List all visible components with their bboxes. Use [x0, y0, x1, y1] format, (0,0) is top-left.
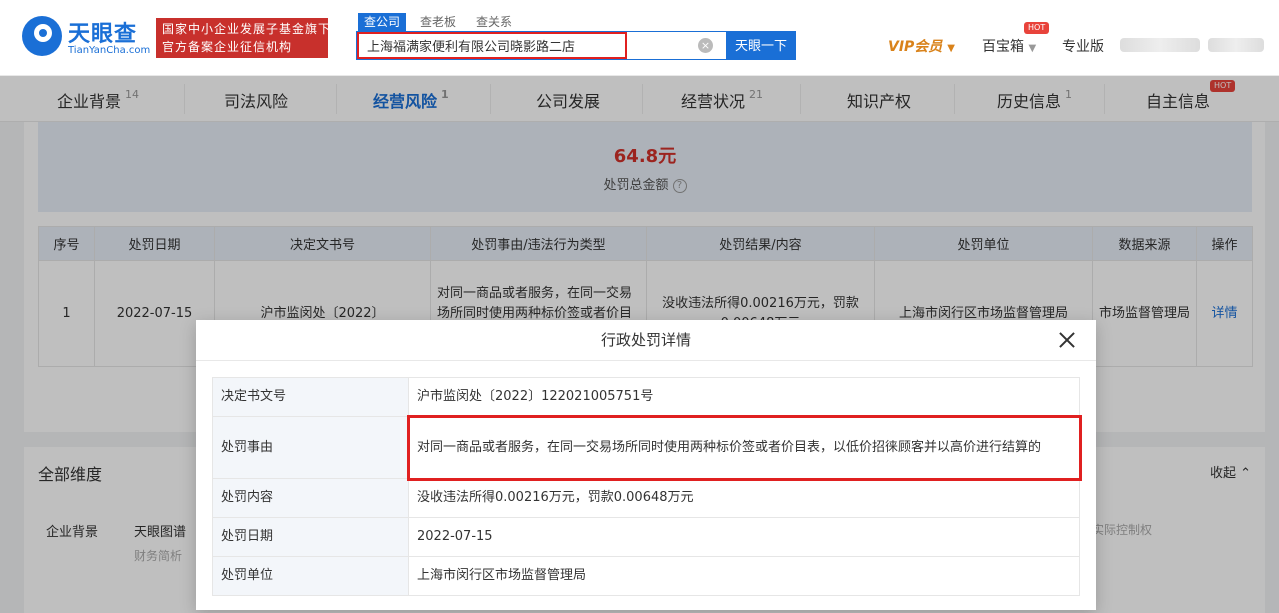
slogan-line-1: 国家中小企业发展子基金旗下	[162, 22, 328, 36]
user-avatar-name[interactable]	[1120, 38, 1200, 52]
detail-key: 处罚内容	[212, 478, 409, 518]
detail-key: 处罚日期	[212, 517, 409, 557]
detail-value: 上海市闵行区市场监督管理局	[408, 556, 1080, 596]
caret-down-icon: ▼	[1028, 43, 1037, 54]
top-header: 天眼查 TianYanCha.com 国家中小企业发展子基金旗下 官方备案企业征…	[0, 0, 1279, 76]
detail-row: 处罚事由 对同一商品或者服务，在同一交易场所同时使用两种标价签或者价目表，以低价…	[212, 414, 1082, 481]
site-logo[interactable]: 天眼查 TianYanCha.com	[22, 14, 150, 60]
search-tab-company[interactable]: 查公司	[358, 13, 407, 31]
slogan-badge: 国家中小企业发展子基金旗下 官方备案企业征信机构	[156, 18, 328, 58]
vip-member-link[interactable]: VIP会员 ▼	[888, 36, 955, 56]
detail-row: 决定书文号 沪市监闵处〔2022〕122021005751号	[212, 377, 1080, 417]
clear-icon[interactable]: ×	[698, 38, 713, 53]
hot-badge: HOT	[1024, 22, 1050, 34]
detail-key: 决定书文号	[212, 377, 409, 417]
toolbox-label: 百宝箱	[982, 39, 1024, 55]
logo-text: 天眼查	[68, 22, 138, 47]
vip-label: VIP会员	[888, 39, 943, 55]
search-input[interactable]	[357, 32, 627, 59]
user-menu[interactable]	[1208, 38, 1264, 52]
close-icon[interactable]	[1056, 329, 1078, 351]
detail-row: 处罚日期 2022-07-15	[212, 517, 1080, 557]
search-tab-boss[interactable]: 查老板	[414, 13, 462, 31]
search-button[interactable]: 天眼一下	[726, 31, 796, 60]
detail-value: 没收违法所得0.00216万元，罚款0.00648万元	[408, 478, 1080, 518]
detail-row: 处罚内容 没收违法所得0.00216万元，罚款0.00648万元	[212, 478, 1080, 518]
logo-domain: TianYanCha.com	[68, 45, 151, 56]
toolbox-link[interactable]: 百宝箱 ▼	[982, 36, 1036, 56]
detail-key: 处罚单位	[212, 556, 409, 596]
slogan-line-2: 官方备案企业征信机构	[162, 40, 293, 54]
search-box: ×	[356, 31, 728, 60]
penalty-detail-modal: 行政处罚详情 决定书文号 沪市监闵处〔2022〕122021005751号 处罚…	[196, 320, 1096, 610]
detail-value: 2022-07-15	[408, 517, 1080, 557]
detail-value: 对同一商品或者服务，在同一交易场所同时使用两种标价签或者价目表，以低价招徕顾客并…	[406, 414, 1082, 481]
detail-key: 处罚事由	[212, 416, 409, 479]
detail-row: 处罚单位 上海市闵行区市场监督管理局	[212, 556, 1080, 596]
caret-down-icon: ▼	[947, 43, 955, 54]
penalty-detail-table: 决定书文号 沪市监闵处〔2022〕122021005751号 处罚事由 对同一商…	[212, 377, 1082, 596]
eye-logo-icon	[22, 16, 62, 56]
modal-title: 行政处罚详情	[196, 320, 1096, 361]
search-tab-relation[interactable]: 查关系	[470, 13, 518, 31]
detail-value: 沪市监闵处〔2022〕122021005751号	[408, 377, 1080, 417]
pro-version-link[interactable]: 专业版	[1062, 36, 1104, 56]
